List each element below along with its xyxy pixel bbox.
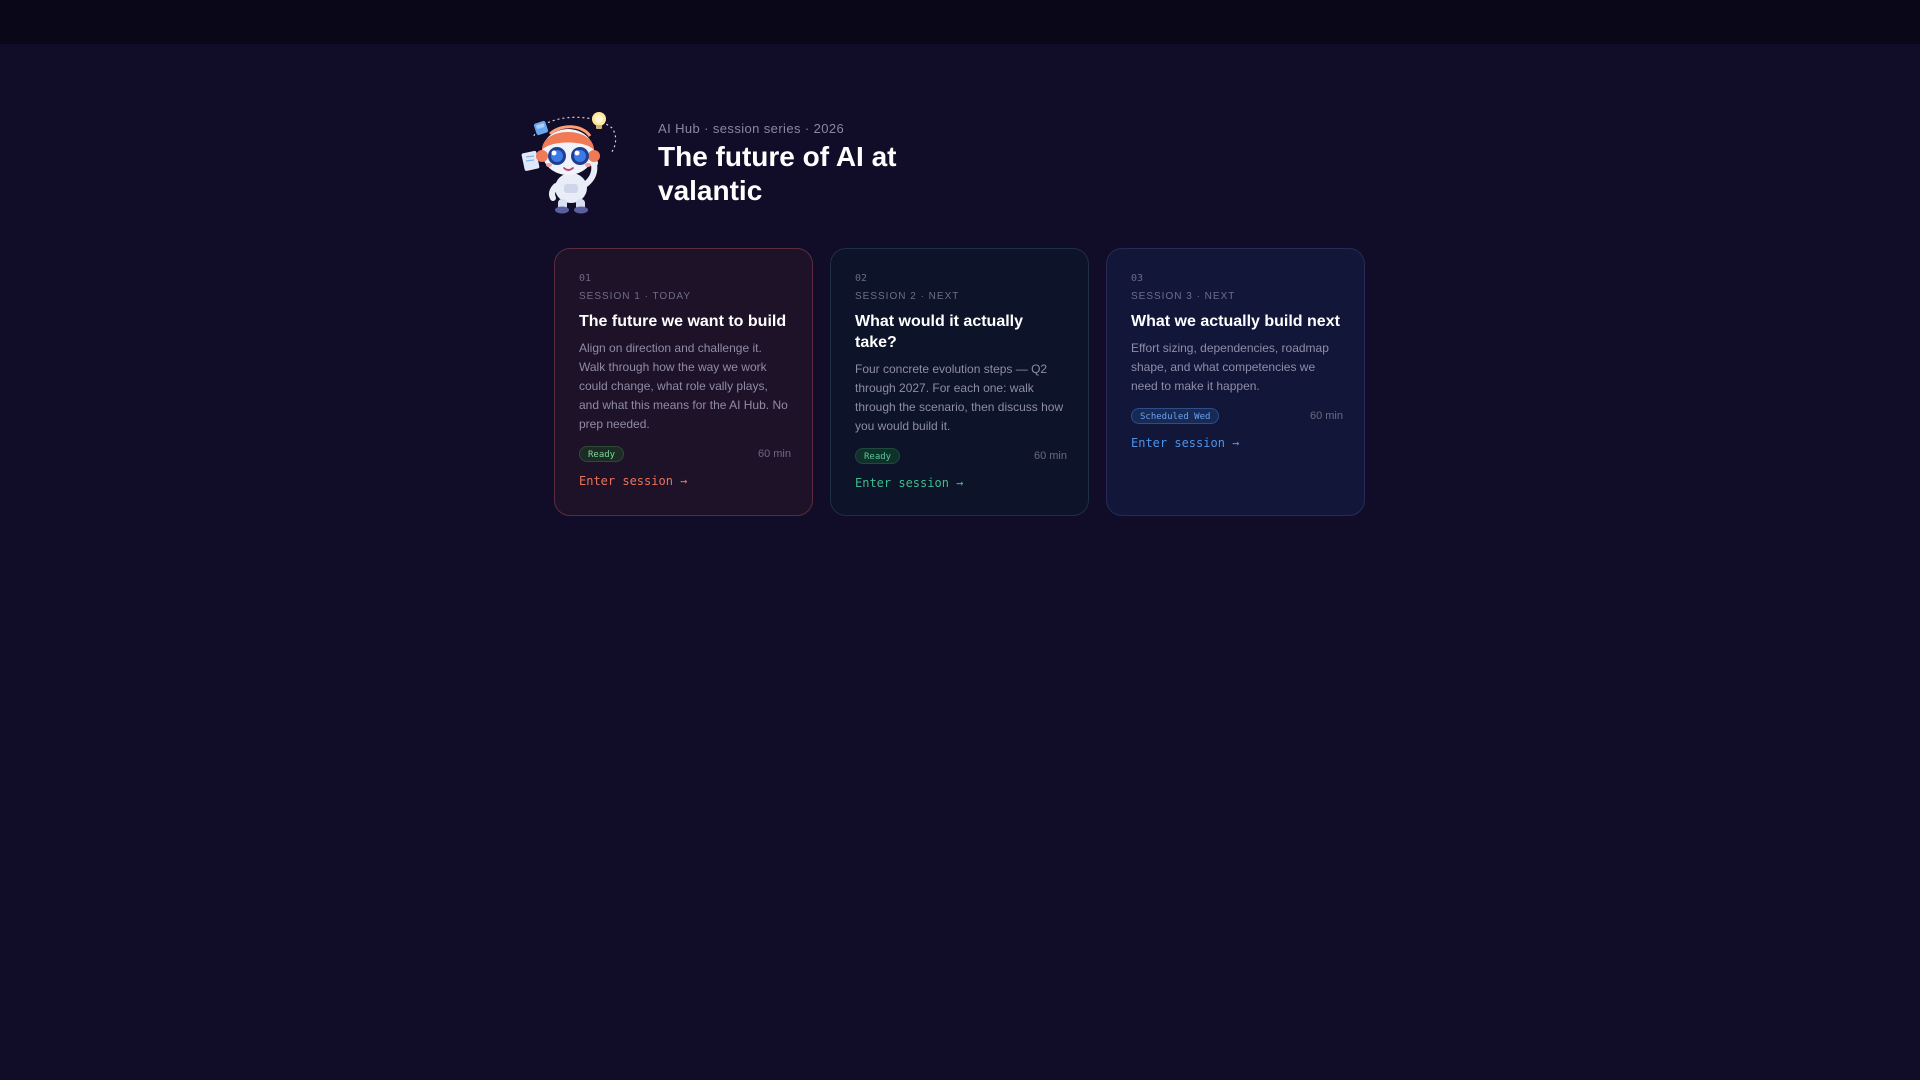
session-title: What would it actually take? [855, 313, 1024, 351]
session-description: Align on direction and challenge it. Wal… [579, 341, 788, 431]
session-title: What we actually build next [1131, 313, 1340, 330]
enter-session-link[interactable]: Enter session → [579, 474, 687, 488]
top-bar [0, 0, 1920, 44]
session-number: 02 [855, 273, 868, 284]
session-card-1[interactable]: 01 SESSION 1 · TODAY The future we want … [554, 248, 813, 516]
session-kicker: SESSION 2 · NEXT [855, 291, 960, 302]
session-title: The future we want to build [579, 313, 787, 330]
session-number: 03 [1131, 273, 1144, 284]
session-card-2[interactable]: 02 SESSION 2 · NEXT What would it actual… [830, 248, 1089, 516]
session-meta: Scheduled Wed 60 min [1131, 408, 1343, 426]
session-meta: Ready 60 min [579, 446, 791, 464]
session-number: 01 [579, 273, 592, 284]
enter-session-link[interactable]: Enter session → [1131, 436, 1239, 450]
page-header: AI Hub · session series · 2026 The futur… [520, 106, 1320, 216]
session-description: Effort sizing, dependencies, roadmap sha… [1131, 341, 1329, 393]
session-description: Four concrete evolution steps — Q2 throu… [855, 362, 1064, 433]
session-duration: 60 min [1309, 410, 1343, 422]
series-eyebrow: AI Hub · session series · 2026 [658, 121, 845, 136]
status-badge: Scheduled Wed [1131, 408, 1220, 424]
session-duration: 60 min [1033, 450, 1067, 462]
status-badge: Ready [855, 448, 901, 464]
page-title: The future of AI at valantic [658, 141, 897, 206]
session-meta: Ready 60 min [855, 448, 1067, 466]
session-kicker: SESSION 1 · TODAY [579, 291, 692, 302]
enter-session-link[interactable]: Enter session → [855, 476, 963, 490]
robot-mascot-icon [520, 106, 620, 214]
session-card-3[interactable]: 03 SESSION 3 · NEXT What we actually bui… [1106, 248, 1365, 516]
status-badge: Ready [579, 446, 625, 462]
session-duration: 60 min [757, 448, 791, 460]
session-kicker: SESSION 3 · NEXT [1131, 291, 1236, 302]
